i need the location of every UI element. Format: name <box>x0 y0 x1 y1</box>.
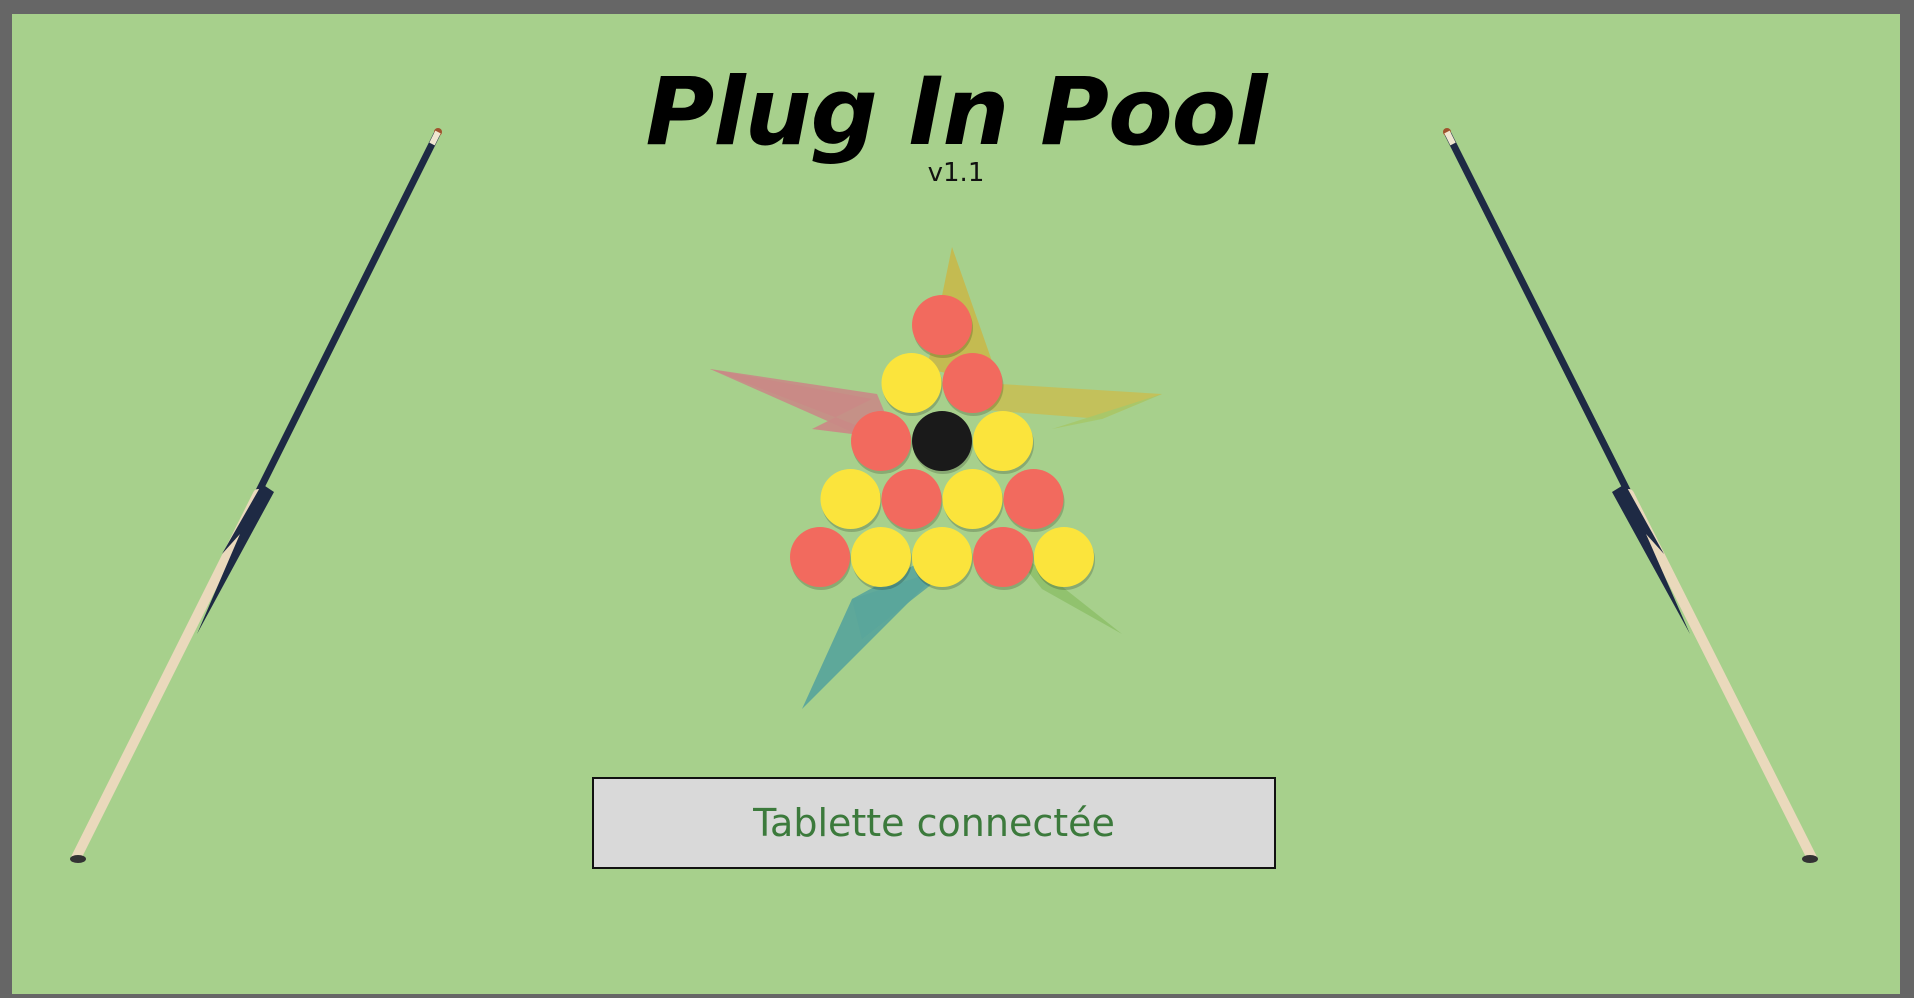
ball-yellow <box>1034 527 1094 587</box>
ball-yellow <box>851 527 911 587</box>
ball-red <box>942 353 1003 413</box>
ball-rack <box>790 295 1095 590</box>
app-title: Plug In Pool <box>645 58 1268 167</box>
ball-yellow <box>881 353 942 413</box>
connection-status-box: Tablette connectée <box>592 777 1276 869</box>
connection-status-label: Tablette connectée <box>753 801 1115 845</box>
app-screen: Plug In Pool v1.1 Tablette connectée <box>12 14 1900 994</box>
ball-red <box>1003 469 1064 529</box>
ball-red <box>851 411 911 471</box>
ball-yellow <box>820 469 881 529</box>
ball-yellow <box>912 527 972 587</box>
ball-red <box>973 527 1033 587</box>
ball-yellow <box>973 411 1033 471</box>
ball-red <box>881 469 942 529</box>
star-logo-icon <box>710 247 1162 709</box>
ball-red <box>790 527 850 587</box>
app-version: v1.1 <box>927 158 985 188</box>
ball-red <box>912 295 972 355</box>
ball-black <box>912 411 972 471</box>
ball-yellow <box>942 469 1003 529</box>
